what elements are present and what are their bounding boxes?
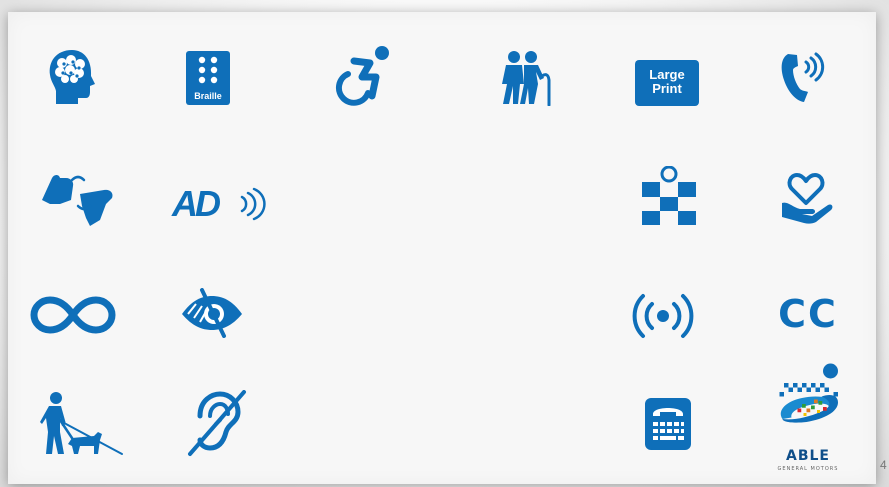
seniors-with-cane-icon: [498, 50, 558, 106]
closed-caption-label: CC: [778, 292, 838, 336]
large-print-line1: Large: [649, 67, 685, 82]
cognitive-disability-brain-icon: [46, 48, 98, 106]
able-gm-logo-icon: ABLE GENERAL MOTORS: [756, 362, 860, 474]
page-number: 4: [880, 458, 887, 472]
icon-panel: Braille Large Print AD CC ABLE GENERAL M…: [8, 12, 876, 484]
low-vision-eye-icon: [180, 288, 244, 338]
volume-control-telephone-icon: [778, 52, 828, 104]
tty-text-telephone-icon: [643, 396, 693, 452]
accessibility-symbol-checkered-icon: [640, 166, 698, 226]
accessible-wheelchair-icon: [332, 44, 394, 106]
able-wordmark: ABLE: [786, 448, 830, 464]
closed-captioning-icon: CC: [764, 294, 852, 338]
sign-language-interpretation-icon: [38, 170, 118, 230]
assistive-listening-icon: [630, 292, 696, 340]
large-print-line2: Print: [652, 81, 682, 96]
able-subtitle: GENERAL MOTORS: [777, 466, 839, 472]
infinity-neurodiversity-icon: [30, 295, 116, 335]
heart-in-hand-icon: [778, 169, 834, 225]
large-print-icon: Large Print: [635, 60, 699, 106]
blind-person-with-guide-dog-icon: [36, 392, 124, 456]
braille-label: Braille: [194, 91, 222, 101]
slide-frame: Braille Large Print AD CC ABLE GENERAL M…: [0, 0, 889, 487]
hearing-loss-ear-icon: [186, 390, 250, 458]
braille-icon: Braille: [186, 51, 230, 105]
audio-description-icon: AD: [172, 184, 272, 224]
